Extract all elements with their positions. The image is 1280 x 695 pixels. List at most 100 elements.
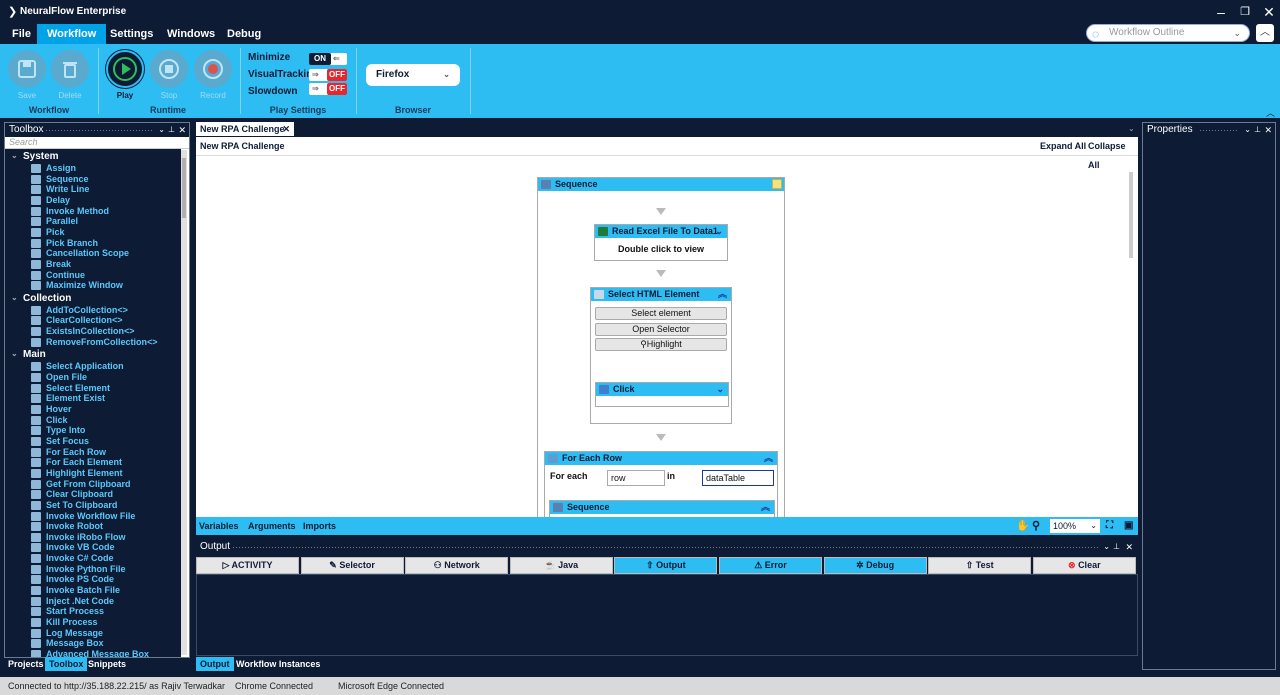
scrollbar-thumb[interactable] bbox=[1129, 172, 1133, 258]
output-filter-selector-button[interactable]: ✎ Selector bbox=[300, 557, 404, 574]
expand-all-link[interactable]: Expand All bbox=[1040, 137, 1086, 156]
toolbox-item[interactable]: Inject .Net Code bbox=[31, 596, 114, 607]
toolbox-item[interactable]: Kill Process bbox=[31, 617, 98, 628]
toolbox-item[interactable]: Open File bbox=[31, 372, 87, 383]
chevron-down-icon[interactable]: ⌄ bbox=[1244, 123, 1251, 137]
menu-settings[interactable]: Settings bbox=[100, 24, 163, 44]
slowdown-toggle[interactable]: ⇒ OFF bbox=[309, 83, 347, 95]
toolbox-item[interactable]: Invoke iRobo Flow bbox=[31, 532, 126, 543]
for-each-variable-input[interactable]: row bbox=[607, 470, 665, 486]
toolbox-item[interactable]: Pick bbox=[31, 227, 65, 238]
tab-arguments[interactable]: Arguments bbox=[248, 517, 296, 535]
close-icon[interactable]: ✕ bbox=[1264, 123, 1272, 137]
visualtracking-toggle[interactable]: ⇒ OFF bbox=[309, 69, 347, 81]
chevron-down-icon[interactable]: ⌄ bbox=[158, 123, 165, 137]
magnifier-icon[interactable]: ⚲ bbox=[1032, 517, 1040, 535]
note-icon[interactable] bbox=[772, 179, 782, 189]
close-icon[interactable]: ✕ bbox=[1125, 540, 1133, 554]
scrollbar-thumb[interactable] bbox=[182, 158, 186, 218]
pin-icon[interactable]: ⊥ bbox=[1113, 540, 1120, 554]
chevron-down-icon[interactable]: ⌄ bbox=[1128, 124, 1135, 133]
toolbox-item[interactable]: Write Line bbox=[31, 184, 89, 195]
tab-toolbox[interactable]: Toolbox bbox=[45, 657, 88, 671]
output-filter-debug-button[interactable]: ✲ Debug bbox=[823, 557, 927, 574]
toolbox-item[interactable]: Get From Clipboard bbox=[31, 479, 131, 490]
chevron-down-icon[interactable]: ⌄ bbox=[1103, 540, 1110, 554]
minimize-window-button[interactable]: – bbox=[1210, 2, 1232, 22]
toolbox-category[interactable]: ⌄ Main bbox=[5, 349, 46, 360]
tab-output[interactable]: Output bbox=[196, 657, 234, 671]
toolbox-item[interactable]: Invoke Python File bbox=[31, 564, 126, 575]
tab-workflow-instances[interactable]: Workflow Instances bbox=[232, 657, 324, 671]
toolbox-item[interactable]: Assign bbox=[31, 163, 76, 174]
delete-button[interactable] bbox=[51, 50, 89, 88]
toolbox-item[interactable]: Clear Clipboard bbox=[31, 489, 113, 500]
output-filter-output-button[interactable]: ⇧ Output bbox=[614, 557, 718, 574]
menu-file[interactable]: File bbox=[2, 24, 41, 44]
toolbox-item[interactable]: ExistsInCollection<> bbox=[31, 326, 135, 337]
close-icon[interactable]: ✕ bbox=[178, 123, 186, 137]
for-each-row-activity[interactable]: For Each Row ︽ For each row in dataTable… bbox=[544, 451, 778, 518]
read-excel-activity[interactable]: Read Excel File To Data1 ⌄ Double click … bbox=[594, 224, 728, 261]
toolbox-item[interactable]: Cancellation Scope bbox=[31, 248, 129, 259]
toolbox-item[interactable]: Maximize Window bbox=[31, 280, 123, 291]
menu-windows[interactable]: Windows bbox=[157, 24, 225, 44]
menu-workflow[interactable]: Workflow bbox=[37, 24, 107, 44]
toolbox-item[interactable]: Invoke VB Code bbox=[31, 542, 115, 553]
toolbox-item[interactable]: For Each Element bbox=[31, 457, 122, 468]
save-button[interactable] bbox=[8, 50, 46, 88]
toolbox-item[interactable]: Click bbox=[31, 415, 68, 426]
output-filter-java-button[interactable]: ☕ Java bbox=[509, 557, 613, 574]
toolbox-item[interactable]: Message Box bbox=[31, 638, 104, 649]
chevron-down-icon[interactable]: ⌄ bbox=[11, 151, 18, 160]
chevron-up-icon[interactable]: ︿ bbox=[1266, 106, 1275, 119]
open-selector-button[interactable]: Open Selector bbox=[595, 323, 727, 336]
toolbox-item[interactable]: Advanced Message Box bbox=[31, 649, 149, 657]
collapse-ribbon-button[interactable]: ︿ bbox=[1256, 24, 1274, 42]
toolbox-item[interactable]: Element Exist bbox=[31, 393, 105, 404]
click-activity[interactable]: Click ⌄ bbox=[595, 382, 729, 407]
inner-sequence-activity[interactable]: Sequence ︽ bbox=[549, 500, 775, 518]
toolbox-search-input[interactable]: Search bbox=[5, 137, 189, 149]
chevron-up-icon[interactable]: ︽ bbox=[764, 452, 773, 465]
tab-snippets[interactable]: Snippets bbox=[84, 657, 130, 671]
toolbox-item[interactable]: ClearCollection<> bbox=[31, 315, 123, 326]
toolbox-item[interactable]: Break bbox=[31, 259, 71, 270]
toolbox-item[interactable]: Delay bbox=[31, 195, 70, 206]
toolbox-category[interactable]: ⌄ System bbox=[5, 151, 59, 162]
tab-new-rpa-challenge[interactable]: New RPA Challenge ✕ bbox=[196, 122, 294, 136]
toolbox-item[interactable]: Select Application bbox=[31, 361, 124, 372]
toolbox-item[interactable]: Sequence bbox=[31, 174, 89, 185]
chevron-down-icon[interactable]: ⌄ bbox=[715, 225, 723, 238]
toolbox-item[interactable]: Start Process bbox=[31, 606, 104, 617]
toolbox-item[interactable]: Highlight Element bbox=[31, 468, 123, 479]
chevron-down-icon[interactable]: ⌄ bbox=[11, 293, 18, 302]
tab-variables[interactable]: Variables bbox=[199, 517, 239, 535]
toolbox-item[interactable]: Select Element bbox=[31, 383, 110, 394]
close-window-button[interactable]: ✕ bbox=[1258, 2, 1280, 22]
toolbox-item[interactable]: Continue bbox=[31, 270, 85, 281]
close-icon[interactable]: ✕ bbox=[282, 122, 290, 136]
toolbox-category[interactable]: ⌄ Collection bbox=[5, 293, 71, 304]
toolbox-item[interactable]: RemoveFromCollection<> bbox=[31, 337, 158, 348]
chevron-up-icon[interactable]: ︽ bbox=[718, 288, 727, 301]
fit-screen-icon[interactable]: ⛶ bbox=[1106, 517, 1113, 535]
toolbox-item[interactable]: For Each Row bbox=[31, 447, 106, 458]
chevron-up-icon[interactable]: ︽ bbox=[761, 501, 770, 514]
overview-icon[interactable]: ▣ bbox=[1124, 517, 1133, 535]
collapse-all-link[interactable]: Collapse All bbox=[1088, 137, 1138, 175]
minimize-toggle[interactable]: ON ⇐ bbox=[309, 53, 347, 65]
toolbox-item[interactable]: Set To Clipboard bbox=[31, 500, 117, 511]
output-filter-error-button[interactable]: ⚠ Error bbox=[719, 557, 822, 574]
highlight-button[interactable]: ⚲Highlight bbox=[595, 338, 727, 351]
toolbox-item[interactable]: Parallel bbox=[31, 216, 78, 227]
chevron-down-icon[interactable]: ⌄ bbox=[716, 383, 724, 396]
toolbox-item[interactable]: Type Into bbox=[31, 425, 85, 436]
designer-scrollbar[interactable] bbox=[1128, 172, 1134, 512]
output-filter-test-button[interactable]: ⇧ Test bbox=[928, 557, 1032, 574]
tab-imports[interactable]: Imports bbox=[303, 517, 336, 535]
zoom-select[interactable]: 100% ⌄ bbox=[1050, 519, 1100, 533]
record-button[interactable] bbox=[194, 50, 232, 88]
for-each-collection-input[interactable]: dataTable bbox=[702, 470, 774, 486]
select-html-activity[interactable]: Select HTML Element ︽ Select element Ope… bbox=[590, 287, 732, 424]
